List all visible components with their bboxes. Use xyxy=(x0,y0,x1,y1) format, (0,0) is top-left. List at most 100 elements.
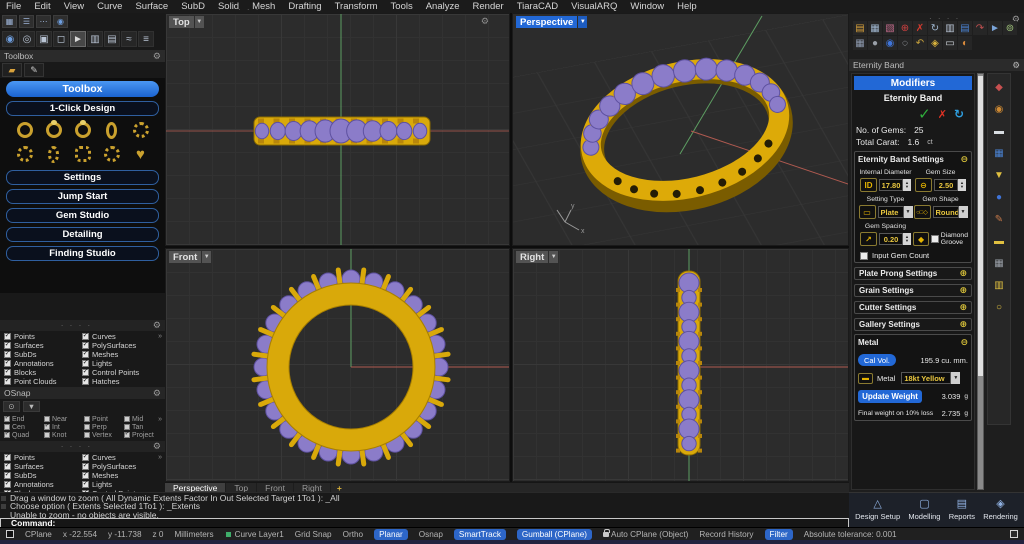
menu-drafting[interactable]: Drafting xyxy=(288,1,321,12)
polyline-tool-icon[interactable]: ◻ xyxy=(53,31,69,47)
metal-dropdown[interactable]: 18kt Yellow ▼ xyxy=(901,372,960,384)
paste-icon[interactable]: ▥ xyxy=(943,21,957,35)
osnap-quad-checkbox[interactable]: ✓ xyxy=(4,432,10,438)
osnap-project-checkbox[interactable]: ✓ xyxy=(124,432,130,438)
status-toggle-gumball--cplane-[interactable]: Gumball (CPlane) xyxy=(517,529,592,540)
plate-prong-settings-section[interactable]: Plate Prong Settings⊕ xyxy=(854,267,972,280)
spinner-buttons[interactable]: ▲▼ xyxy=(903,233,911,245)
jump-start-button[interactable]: Jump Start xyxy=(6,189,159,204)
menu-view[interactable]: View xyxy=(64,1,84,12)
workspace-tab-rendering[interactable]: ◈Rendering xyxy=(983,499,1018,521)
filter-checkbox-curves[interactable]: ✓ xyxy=(82,454,89,461)
osnap-tan-checkbox[interactable] xyxy=(124,424,130,430)
copy-tool-icon[interactable]: ▤ xyxy=(104,31,120,47)
chevron-down-icon[interactable]: ▼ xyxy=(202,251,211,263)
units-button[interactable]: Millimeters xyxy=(174,530,213,539)
panel-icon[interactable]: ▭ xyxy=(943,36,957,50)
filter-checkbox-subds[interactable]: ✓ xyxy=(4,351,11,358)
overflow-chevrons-icon[interactable]: » xyxy=(158,416,162,423)
open-icon[interactable]: ▤ xyxy=(853,21,867,35)
redo-icon[interactable]: ↷ xyxy=(973,21,987,35)
cutter-settings-section[interactable]: Cutter Settings⊕ xyxy=(854,301,972,314)
gumball-icon[interactable]: ► xyxy=(988,21,1002,35)
status-toggle-planar[interactable]: Planar xyxy=(374,529,408,540)
move-icon[interactable]: ⊕ xyxy=(898,21,912,35)
menu-tiaracad[interactable]: TiaraCAD xyxy=(517,1,558,12)
diamond-groove-checkbox[interactable] xyxy=(931,235,939,243)
overflow-chevrons-icon[interactable]: » xyxy=(158,333,162,340)
osnap-snap-tab-icon[interactable]: ⊙ xyxy=(3,401,20,412)
spinner-buttons[interactable]: ▲▼ xyxy=(903,179,911,191)
osnap-knot-checkbox[interactable] xyxy=(44,432,50,438)
filter-checkbox-surfaces[interactable]: ✓ xyxy=(4,463,11,470)
filter-checkbox-meshes[interactable]: ✓ xyxy=(82,472,89,479)
viewport-perspective[interactable]: xy Perspective▼ xyxy=(512,13,849,246)
setting-type-dropdown[interactable]: Plate ▼ xyxy=(878,206,913,218)
rotate-icon[interactable]: ↻ xyxy=(928,21,942,35)
status-toggle-smarttrack[interactable]: SmartTrack xyxy=(454,529,506,540)
one-click-design-button[interactable]: 1-Click Design xyxy=(6,101,159,116)
filter-checkbox-curves[interactable]: ✓ xyxy=(82,333,89,340)
notification-icon[interactable] xyxy=(6,530,14,538)
expand-icon[interactable]: ⊕ xyxy=(959,319,967,330)
confirm-icon[interactable]: ✓ xyxy=(918,105,931,123)
eternity-ring-button[interactable] xyxy=(129,120,152,140)
oval-band-ring-button[interactable] xyxy=(100,120,123,140)
gear-icon[interactable]: ⚙ xyxy=(153,388,161,399)
viewport-right[interactable]: Right▼ xyxy=(512,248,849,482)
filter-checkbox-blocks[interactable]: ✓ xyxy=(4,369,11,376)
viewport-top[interactable]: Top▼ ⚙ xyxy=(165,13,510,246)
overflow-chevrons-icon[interactable]: » xyxy=(158,454,162,461)
workspace-tab-reports[interactable]: ▤Reports xyxy=(949,499,975,521)
heart-ring-button[interactable]: ♥ xyxy=(129,144,152,164)
gem-shape-dropdown[interactable]: Round ▼ xyxy=(933,206,968,218)
collapse-icon[interactable]: ⊖ xyxy=(960,337,968,348)
filter-checkbox-hatches[interactable]: ✓ xyxy=(82,378,89,385)
osnap-vertex-checkbox[interactable] xyxy=(84,432,90,438)
viewport-top-label[interactable]: Top▼ xyxy=(169,16,204,28)
viewport-tab-top[interactable]: Top xyxy=(226,483,257,493)
panel-scrollbar[interactable] xyxy=(977,73,984,490)
chevron-down-icon[interactable]: ▼ xyxy=(549,251,558,263)
menu-window[interactable]: Window xyxy=(630,1,664,12)
viewport-front[interactable]: Front▼ xyxy=(165,248,510,482)
filter-checkbox-lights[interactable]: ✓ xyxy=(82,360,89,367)
viewport-tab-perspective[interactable]: Perspective xyxy=(165,483,226,493)
ring-icon[interactable]: ○ xyxy=(992,300,1006,314)
menu-tools[interactable]: Tools xyxy=(391,1,413,12)
gem-size-input[interactable]: 2.50 ▲▼ xyxy=(934,179,966,191)
dropdown-arrow-icon[interactable]: ▼ xyxy=(904,206,913,218)
internal-diameter-input[interactable]: 17.80 ▲▼ xyxy=(879,179,911,191)
filter-checkbox-polysurfaces[interactable]: ✓ xyxy=(82,463,89,470)
band-icon[interactable]: ▬ xyxy=(992,234,1006,248)
filter-panel2-grip[interactable]: · · · · ⚙ xyxy=(0,441,165,452)
toolbox-main-button[interactable]: Toolbox xyxy=(6,81,159,97)
input-gem-count-checkbox[interactable] xyxy=(860,252,868,260)
gear-ring-button[interactable] xyxy=(100,144,123,164)
osnap-panel-header[interactable]: OSnap ⚙ xyxy=(0,387,165,399)
filter-checkbox-meshes[interactable]: ✓ xyxy=(82,351,89,358)
cancel-icon[interactable]: ✗ xyxy=(938,108,947,121)
save-icon[interactable]: ▦ xyxy=(868,21,882,35)
new-viewport-tab-button[interactable]: + xyxy=(331,483,348,493)
viewport-right-label[interactable]: Right▼ xyxy=(516,251,558,263)
osnap-int-checkbox[interactable]: ✓ xyxy=(44,424,50,430)
color-wheel-icon[interactable]: ◐ xyxy=(958,36,972,50)
filter-checkbox-polysurfaces[interactable]: ✓ xyxy=(82,342,89,349)
osnap-end-checkbox[interactable]: ✓ xyxy=(4,416,10,422)
brush-icon[interactable]: ✎ xyxy=(992,212,1006,226)
shaded-sphere-icon[interactable]: ◉ xyxy=(883,36,897,50)
menu-visualarq[interactable]: VisualARQ xyxy=(571,1,617,12)
box-tool-icon[interactable]: ▣ xyxy=(36,31,52,47)
menu-help[interactable]: Help xyxy=(677,1,697,12)
gem-red-icon[interactable]: ◆ xyxy=(992,80,1006,94)
gear-icon[interactable]: ⚙ xyxy=(153,441,161,452)
cplane-button[interactable]: CPlane xyxy=(25,530,52,539)
filter-checkbox-subds[interactable]: ✓ xyxy=(4,472,11,479)
viewport-perspective-label[interactable]: Perspective▼ xyxy=(516,16,587,28)
workspace-tab-modelling[interactable]: ▢Modelling xyxy=(908,499,940,521)
pointer-tool-icon[interactable]: ► xyxy=(70,31,86,47)
menu-transform[interactable]: Transform xyxy=(335,1,378,12)
filter-checkbox-point-clouds[interactable]: ✓ xyxy=(4,378,11,385)
gallery-settings-section[interactable]: Gallery Settings⊕ xyxy=(854,318,972,331)
